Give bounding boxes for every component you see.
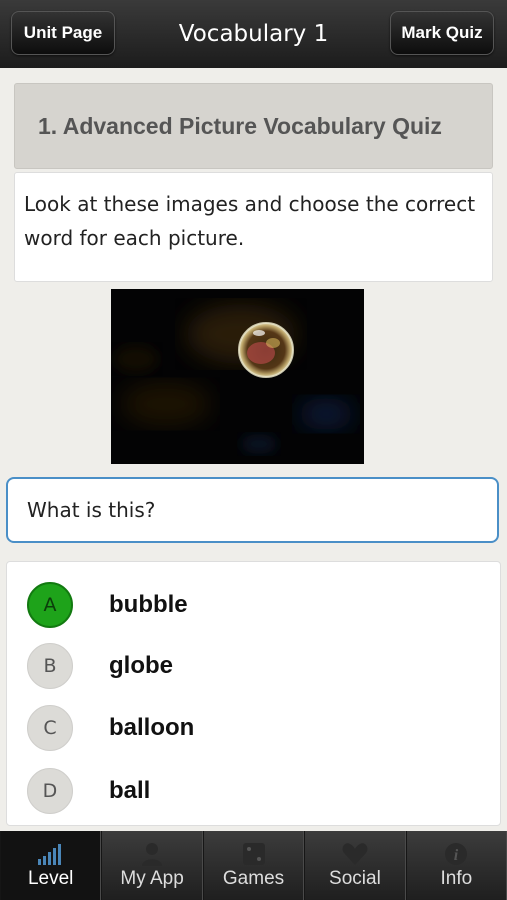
- answer-label[interactable]: bubble: [109, 575, 188, 635]
- dice-icon: [204, 840, 303, 866]
- tab-label: Level: [27, 868, 74, 889]
- answer-letter-badge[interactable]: B: [27, 643, 73, 689]
- answer-label[interactable]: globe: [109, 636, 173, 696]
- answer-option-d[interactable]: D ball: [7, 761, 500, 821]
- answer-option-c[interactable]: C balloon: [7, 698, 500, 758]
- question-box: What is this?: [6, 477, 499, 543]
- tab-label: Social: [329, 868, 381, 889]
- signal-bars-icon: [1, 840, 100, 866]
- question-text: What is this?: [27, 498, 156, 522]
- tab-label: My App: [120, 868, 184, 889]
- answer-label[interactable]: balloon: [109, 698, 194, 758]
- answer-option-a[interactable]: A bubble: [7, 575, 500, 635]
- person-icon: [102, 840, 201, 866]
- answer-option-b[interactable]: B globe: [7, 636, 500, 696]
- answer-letter-badge[interactable]: D: [27, 768, 73, 814]
- tab-social[interactable]: Social: [304, 831, 406, 900]
- top-bar: Unit Page Vocabulary 1 Mark Quiz: [0, 0, 507, 68]
- tab-info[interactable]: i Info: [405, 831, 507, 900]
- tab-my-app[interactable]: My App: [101, 831, 203, 900]
- quiz-instructions: Look at these images and choose the corr…: [14, 172, 493, 282]
- tab-level[interactable]: Level: [0, 831, 102, 900]
- bubble-photo: [111, 289, 364, 464]
- unit-page-button[interactable]: Unit Page: [11, 11, 115, 55]
- tab-label: Games: [222, 868, 285, 889]
- tab-games[interactable]: Games: [202, 831, 305, 900]
- svg-text:i: i: [454, 847, 459, 864]
- info-icon: i: [407, 840, 506, 866]
- answer-list: A bubble B globe C balloon D ball: [6, 561, 501, 826]
- bottom-tab-bar: Level My App Games Social i Info: [0, 831, 507, 900]
- bubble-photo-graphic: [111, 289, 364, 464]
- mark-quiz-button[interactable]: Mark Quiz: [390, 11, 494, 55]
- answer-letter-badge[interactable]: A: [27, 582, 73, 628]
- page-title: Vocabulary 1: [178, 21, 329, 47]
- quiz-heading: 1. Advanced Picture Vocabulary Quiz: [14, 83, 493, 169]
- tab-label: Info: [440, 868, 473, 889]
- heart-icon: [305, 840, 404, 866]
- answer-label[interactable]: ball: [109, 761, 150, 821]
- answer-letter-badge[interactable]: C: [27, 705, 73, 751]
